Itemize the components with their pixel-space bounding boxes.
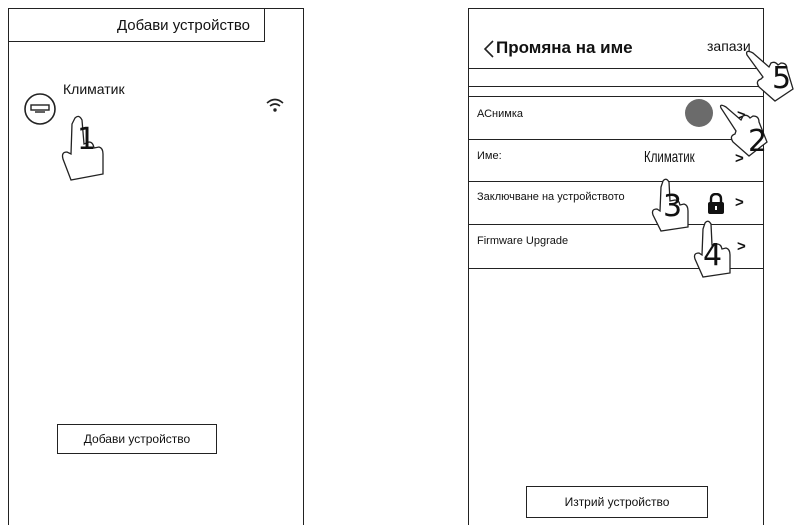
page-title: Промяна на име [496,38,633,57]
row-label-lock: Заключване на устройството [477,191,625,203]
step-number-1: 1 [77,122,97,157]
wifi-icon [265,97,285,115]
delete-device-button[interactable]: Изтрий устройство [526,486,708,518]
step-number-2: 2 [748,124,768,159]
right-phone-screen: Промяна на име запази АСнимка > Име: Кли… [468,8,794,525]
add-device-button[interactable]: Добави устройство [57,424,217,454]
row-value-name: Климатик [644,149,695,166]
step-number-3: 3 [663,189,683,224]
add-device-header: Добави устройство [8,8,265,42]
left-phone-screen: Добави устройство Климатик 1 Добави устр… [8,8,304,525]
lock-icon [707,193,725,215]
avatar-circle-icon [684,98,714,128]
delete-device-button-label: Изтрий устройство [564,495,670,509]
header-divider [469,68,763,87]
add-device-button-label: Добави устройство [83,432,191,446]
chevron-right-icon: > [737,238,746,255]
row-label-photo: АСнимка [477,108,523,120]
chevron-left-icon[interactable] [483,39,495,59]
device-name: Климатик [63,81,125,97]
step-number-4: 4 [703,238,723,273]
row-label-name: Име: [477,150,502,162]
chevron-right-icon: > [735,194,744,211]
list-item-lock[interactable]: Заключване на устройството > [469,181,763,223]
header-title: Добави устройство [116,16,250,34]
row-label-firmware: Firmware Upgrade [477,235,569,247]
step-number-5: 5 [772,61,792,96]
